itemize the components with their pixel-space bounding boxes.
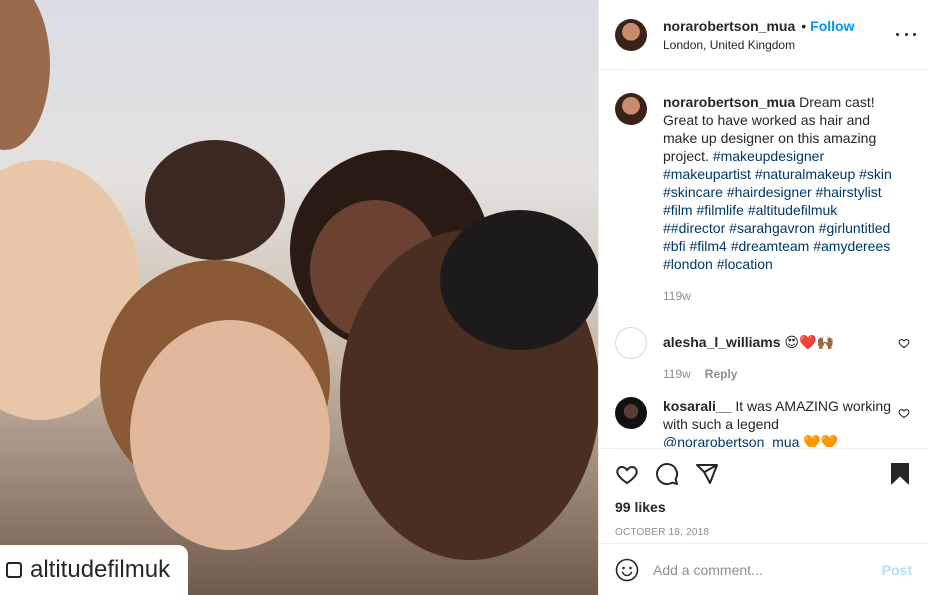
separator-dot: • <box>801 17 807 34</box>
hashtag-link[interactable]: #naturalmakeup <box>755 166 855 182</box>
comment-item: alesha_l_williams 😍❤️🙌🏾 119w Reply <box>615 327 912 383</box>
comment-icon[interactable] <box>655 462 679 486</box>
follow-button[interactable]: Follow <box>810 18 854 34</box>
hashtag-link[interactable]: ##director <box>663 220 725 236</box>
hashtag-link[interactable]: #makeupdesigner <box>713 148 824 164</box>
comment-username[interactable]: alesha_l_williams <box>663 334 781 350</box>
comment-username[interactable]: kosarali__ <box>663 398 732 414</box>
hashtag-link[interactable]: #skin <box>859 166 892 182</box>
hashtag-link[interactable]: #location <box>717 256 773 272</box>
commenter-avatar[interactable] <box>615 327 647 359</box>
hashtag-link[interactable]: #amyderees <box>813 238 890 254</box>
caption-hashtags: #makeupdesigner #makeupartist #naturalma… <box>663 148 892 272</box>
like-icon[interactable] <box>615 462 639 486</box>
post-header: norarobertson_mua • Follow London, Unite… <box>599 0 928 70</box>
author-avatar[interactable] <box>615 18 647 51</box>
hashtag-link[interactable]: #hairstylist <box>816 184 882 200</box>
repost-icon <box>6 562 22 578</box>
like-comment-icon[interactable] <box>898 407 910 419</box>
hashtag-link[interactable]: #film4 <box>689 238 726 254</box>
saved-bookmark-icon[interactable] <box>888 462 912 486</box>
hashtag-link[interactable]: #altitudefilmuk <box>748 202 838 218</box>
caption: norarobertson_mua Dream cast! Great to h… <box>615 93 912 305</box>
share-icon[interactable] <box>695 462 719 486</box>
comment-text: 😍❤️🙌🏾 <box>784 334 834 350</box>
repost-tag: altitudefilmuk <box>0 545 189 595</box>
comment-mention[interactable]: @norarobertson_mua <box>663 434 799 447</box>
face-shape <box>130 320 330 550</box>
commenter-avatar[interactable] <box>615 397 647 429</box>
caption-time[interactable]: 119w <box>663 287 691 305</box>
reply-button[interactable]: Reply <box>705 365 738 383</box>
post-date[interactable]: OCTOBER 18, 2018 <box>615 527 912 538</box>
hashtag-link[interactable]: #bfi <box>663 238 686 254</box>
face-shape <box>0 0 50 150</box>
comment-emoji: 🧡🧡 <box>803 434 839 447</box>
location-link[interactable]: London, United Kingdom <box>663 38 854 52</box>
hashtag-link[interactable]: #makeupartist <box>663 166 751 182</box>
hashtag-link[interactable]: #london <box>663 256 713 272</box>
author-username[interactable]: norarobertson_mua <box>663 18 795 34</box>
hashtag-link[interactable]: #sarahgavron <box>729 220 815 236</box>
hashtag-link[interactable]: #girluntitled <box>819 220 891 236</box>
add-comment-bar: Post <box>599 543 928 595</box>
post-photo[interactable]: altitudefilmuk <box>0 0 598 595</box>
like-comment-icon[interactable] <box>898 337 910 349</box>
author-avatar[interactable] <box>615 93 647 125</box>
face-shape <box>145 140 285 260</box>
post-side-panel: norarobertson_mua • Follow London, Unite… <box>598 0 928 595</box>
headwrap-shape <box>440 210 598 350</box>
more-options-icon[interactable] <box>896 24 916 44</box>
comments-list[interactable]: norarobertson_mua Dream cast! Great to h… <box>599 71 928 447</box>
emoji-icon[interactable] <box>615 558 639 582</box>
hashtag-link[interactable]: #skincare <box>663 184 723 200</box>
repost-label: altitudefilmuk <box>30 556 171 583</box>
caption-username[interactable]: norarobertson_mua <box>663 94 795 110</box>
hashtag-link[interactable]: #filmlife <box>696 202 743 218</box>
hashtag-link[interactable]: #dreamteam <box>731 238 810 254</box>
hashtag-link[interactable]: #hairdesigner <box>727 184 812 200</box>
comment-input[interactable] <box>653 561 882 578</box>
post-button[interactable]: Post <box>882 562 912 578</box>
likes-count[interactable]: 99 likes <box>615 499 912 515</box>
post-actions: 99 likes OCTOBER 18, 2018 <box>599 448 928 543</box>
comment-time[interactable]: 119w <box>663 365 691 383</box>
comment-item: kosarali__ It was AMAZING working with s… <box>615 397 912 447</box>
hashtag-link[interactable]: #film <box>663 202 693 218</box>
